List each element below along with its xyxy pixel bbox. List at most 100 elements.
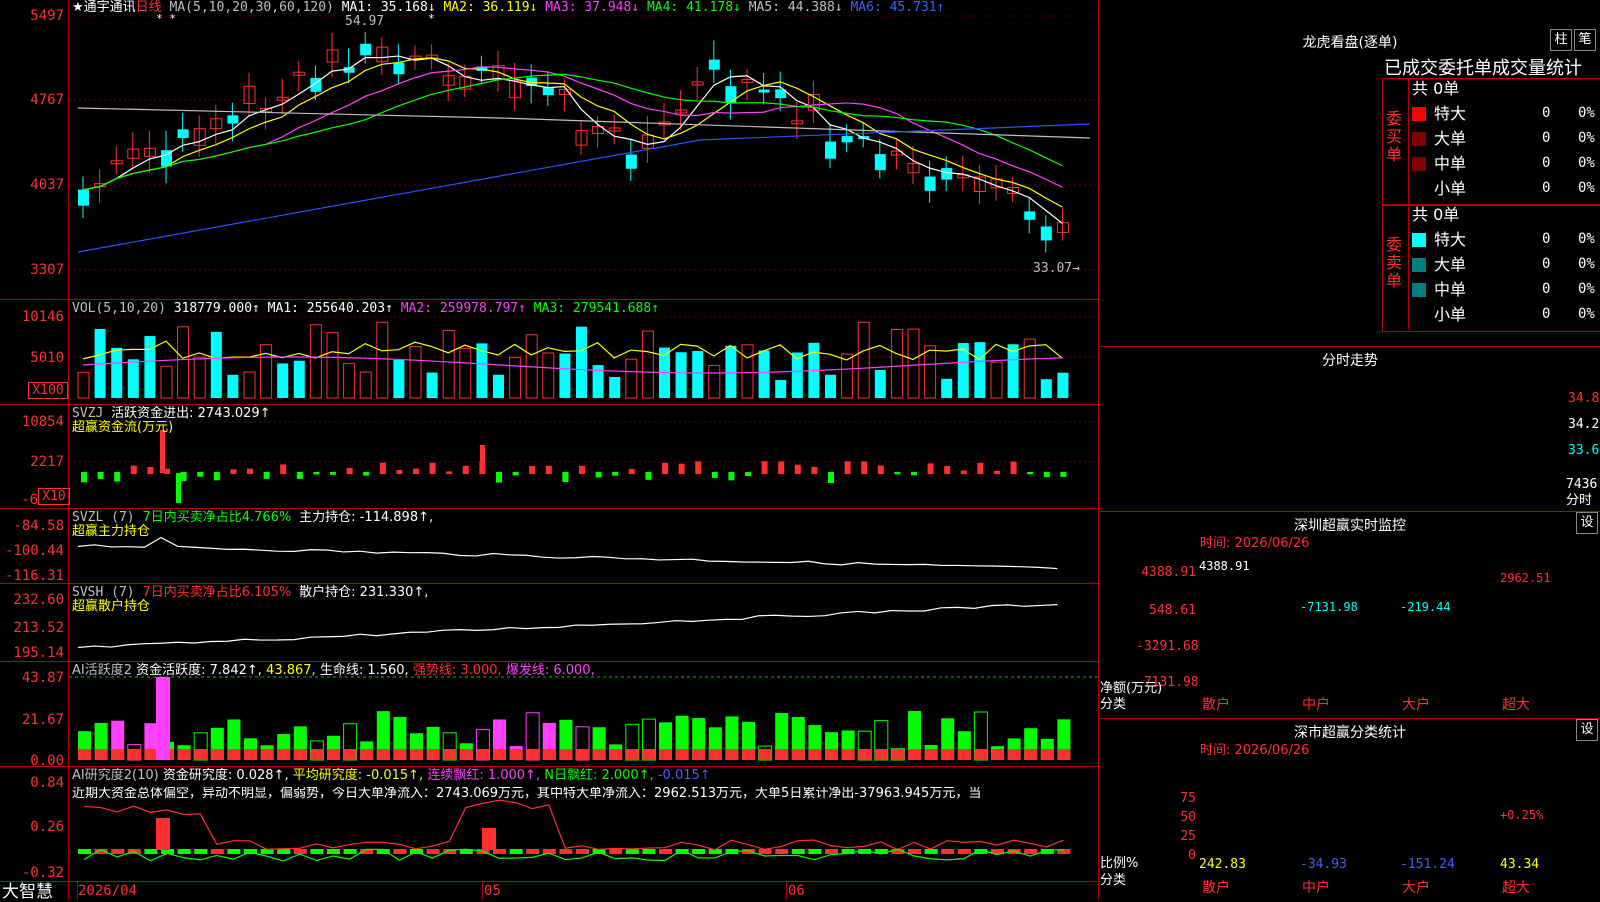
svsh-label: SVSH (7) [72,585,135,600]
research-bar [509,849,523,854]
brand-logo[interactable]: 大智慧 [2,883,53,901]
candle [924,176,936,191]
flow-bar [612,472,619,476]
ytick: 21.67 [21,712,64,728]
ytick: 43.87 [21,670,64,686]
flow-bar [894,472,901,475]
research-bar [908,849,921,854]
volume-bar [857,321,870,399]
activity-bar [725,749,739,760]
order-count: 0 [1542,130,1551,146]
fs-tick: 34.28 [1568,417,1600,432]
flow-bar [529,465,536,474]
flow-bar [778,461,785,474]
volume-bar [990,361,1003,399]
tick-mode-button[interactable]: 笔 [1574,29,1596,51]
volume-bar [907,328,920,399]
activity-bar [559,749,573,760]
buy-label: 委买单 [1386,109,1403,164]
activity-bar [675,749,689,760]
order-color-swatch [1412,132,1426,146]
candle [177,129,189,139]
volume-bar [442,329,455,399]
svsh-line [77,604,1058,649]
flow-bar [861,461,868,474]
star-icon[interactable]: ★ [72,0,84,15]
flow-bar [678,463,685,474]
monitor-settings-button[interactable]: 设 [1576,512,1598,534]
activity-bar [1040,749,1054,760]
flow-bar [794,464,801,474]
ai2-header: AI研究度2(10) 资金研究度: 0.028↑, 平均研究度: -0.015↑… [72,769,711,783]
research-bar [1024,849,1038,854]
flow-bar [977,462,984,474]
divider [1100,718,1600,719]
research-bar [559,849,573,854]
flow-bar [97,472,104,479]
order-percent: 0% [1578,231,1595,247]
flow-bar [844,461,851,474]
sell-total: 共 0单 [1412,205,1460,224]
ai2-last: -0.015↑ [657,768,711,783]
stock-name[interactable]: 通宇通讯 [84,0,136,15]
chart-canvas[interactable] [0,0,1100,900]
activity-bar [310,749,324,760]
research-bar [210,849,224,854]
volume-bar [177,326,190,399]
ma3-value: MA3: 37.948↓ [545,0,640,15]
ytick: 4037 [30,177,64,193]
ai2-label: AI研究度2(10) [72,768,159,783]
volume-bar [144,336,156,398]
flow-bar [562,472,569,482]
volume-bar [825,374,836,398]
sell-label: 委卖单 [1386,235,1403,290]
research-bar [625,849,639,854]
ai2-res: 资金研究度: 0.028↑, [162,768,289,783]
bar-mode-button[interactable]: 柱 [1550,29,1572,51]
class-settings-button[interactable]: 设 [1576,719,1598,741]
volume-bar [326,332,339,399]
fs-vol: 7436 [1566,477,1598,492]
vol-unit[interactable]: X100 [28,382,68,399]
fs-unit: 分时 [1566,493,1593,508]
cls-val: 242.83 [1199,857,1246,872]
flow-bar [595,472,602,478]
x-tick [482,882,483,900]
order-count: 0 [1542,256,1551,272]
svzl-ratio: 7日内买卖净占比4.766% [142,510,292,525]
activity-bar [293,749,307,760]
mon-cat: 分类 [1100,697,1127,712]
mon-val: 4388.91 [1199,559,1250,573]
order-count: 0 [1542,281,1551,297]
cls-ytick: 75 [1180,791,1196,806]
volume-bar [193,356,206,399]
flow-bar [944,466,951,474]
ma3-line [82,66,1063,191]
ytick: 4767 [30,92,64,108]
activity-bar [708,749,722,760]
activity-bar [941,749,955,760]
ma1-value: MA1: 35.168↓ [341,0,436,15]
volume-bar [376,321,389,399]
order-size-label: 中单 [1434,280,1467,299]
activity-bar [609,749,623,760]
flow-bar [960,470,967,474]
order-size-label: 大单 [1434,129,1467,148]
research-bar [924,849,938,854]
svzj-unit[interactable]: X10 [38,488,70,505]
lhb-title: 龙虎看盘(逐单) [1302,35,1398,51]
research-bar [426,849,440,854]
candle [725,86,737,104]
ai1-label: AI活跃度2 [72,663,132,678]
candle [1024,211,1036,220]
flow-bar [230,469,237,474]
ai2-nday: N日飘红: 2.000↑, [544,768,654,783]
ai1-v2: 43.867, [266,663,316,678]
ai2-cont: 连续飘红: 1.000↑, [427,768,541,783]
svsh-sub: 超赢散户持仓 [72,599,151,614]
mon-cat-label: 中户 [1302,697,1330,713]
activity-bar [526,749,540,760]
ytick: 0.00 [30,753,64,769]
cls-val: -34.93 [1300,857,1347,872]
order-color-swatch [1412,107,1426,121]
